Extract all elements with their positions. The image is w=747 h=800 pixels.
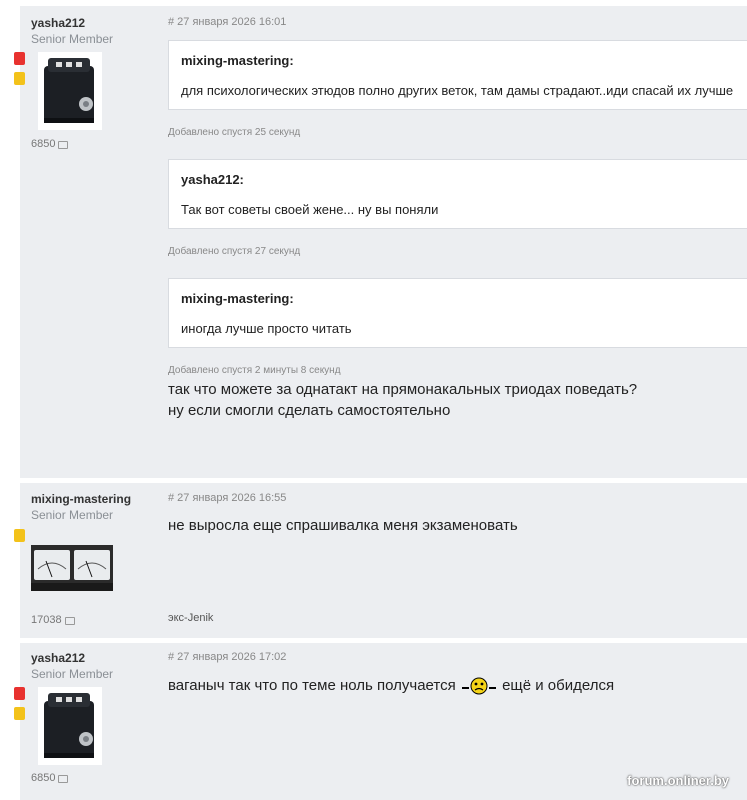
quote-text: иногда лучше просто читать — [181, 321, 352, 336]
quote-block: mixing-mastering: иногда лучше просто чи… — [168, 278, 747, 348]
watermark: forum.onliner.by — [627, 773, 729, 788]
post-body-text: ваганыч так что по теме ноль получается — [168, 677, 456, 694]
author-rank: Senior Member — [31, 508, 114, 522]
added-later-note: Добавлено спустя 2 минуты 8 секунд — [168, 365, 341, 376]
post-body: не выросла еще спрашивалка меня экзамено… — [168, 515, 518, 536]
author-rank: Senior Member — [31, 32, 114, 46]
post-author[interactable]: yasha212 — [31, 651, 85, 665]
yellow-flag-icon — [14, 72, 25, 85]
quote-block: yasha212: Так вот советы своей жене... н… — [168, 159, 747, 229]
vu-meter-avatar-icon — [31, 545, 113, 591]
post-2: mixing-mastering Senior Member 17038 # 2… — [14, 483, 747, 638]
red-flag-icon — [14, 52, 25, 65]
red-flag-icon — [14, 687, 25, 700]
yellow-flag-icon — [14, 707, 25, 720]
post-date[interactable]: # 27 января 2026 16:01 — [168, 16, 286, 28]
post-body: ваганыч так что по теме ноль получается … — [168, 675, 614, 696]
post-1: yasha212 Senior Member 6850 # 27 января … — [14, 6, 747, 478]
signature: экс-Jenik — [168, 612, 214, 624]
added-later-note: Добавлено спустя 27 секунд — [168, 246, 301, 257]
message-icon — [64, 616, 75, 625]
post-body-line: так что можете за однатакт на прямонакал… — [168, 381, 638, 398]
message-icon — [58, 140, 69, 149]
quote-block: mixing-mastering: для психологических эт… — [168, 40, 747, 110]
post-author[interactable]: yasha212 — [31, 16, 85, 30]
post-date[interactable]: # 27 января 2026 16:55 — [168, 492, 286, 504]
quote-author: mixing-mastering: — [181, 53, 294, 68]
post-body-line: ну если смогли сделать самостоятельно — [168, 402, 451, 419]
amplifier-avatar-icon — [38, 687, 102, 765]
avatar[interactable] — [38, 687, 102, 765]
message-icon — [58, 774, 69, 783]
post-date[interactable]: # 27 января 2026 17:02 — [168, 651, 286, 663]
yellow-flag-icon — [14, 529, 25, 542]
avatar[interactable] — [31, 545, 113, 591]
post-author[interactable]: mixing-mastering — [31, 492, 131, 506]
amplifier-avatar-icon — [38, 52, 102, 130]
post-body-line: не выросла еще спрашивалка меня экзамено… — [168, 517, 518, 534]
message-count: 17038 — [31, 614, 75, 626]
post-body: так что можете за однатакт на прямонакал… — [168, 379, 637, 421]
message-count: 6850 — [31, 138, 69, 150]
author-rank: Senior Member — [31, 667, 114, 681]
quote-author: mixing-mastering: — [181, 291, 294, 306]
quote-author: yasha212: — [181, 172, 244, 187]
post-body-text: ещё и обиделся — [502, 677, 615, 694]
avatar[interactable] — [38, 52, 102, 130]
quote-text: Так вот советы своей жене... ну вы понял… — [181, 202, 439, 217]
message-count: 6850 — [31, 772, 69, 784]
sad-smiley-icon — [461, 677, 496, 695]
quote-text: для психологических этюдов полно других … — [181, 83, 734, 98]
added-later-note: Добавлено спустя 25 секунд — [168, 127, 301, 138]
